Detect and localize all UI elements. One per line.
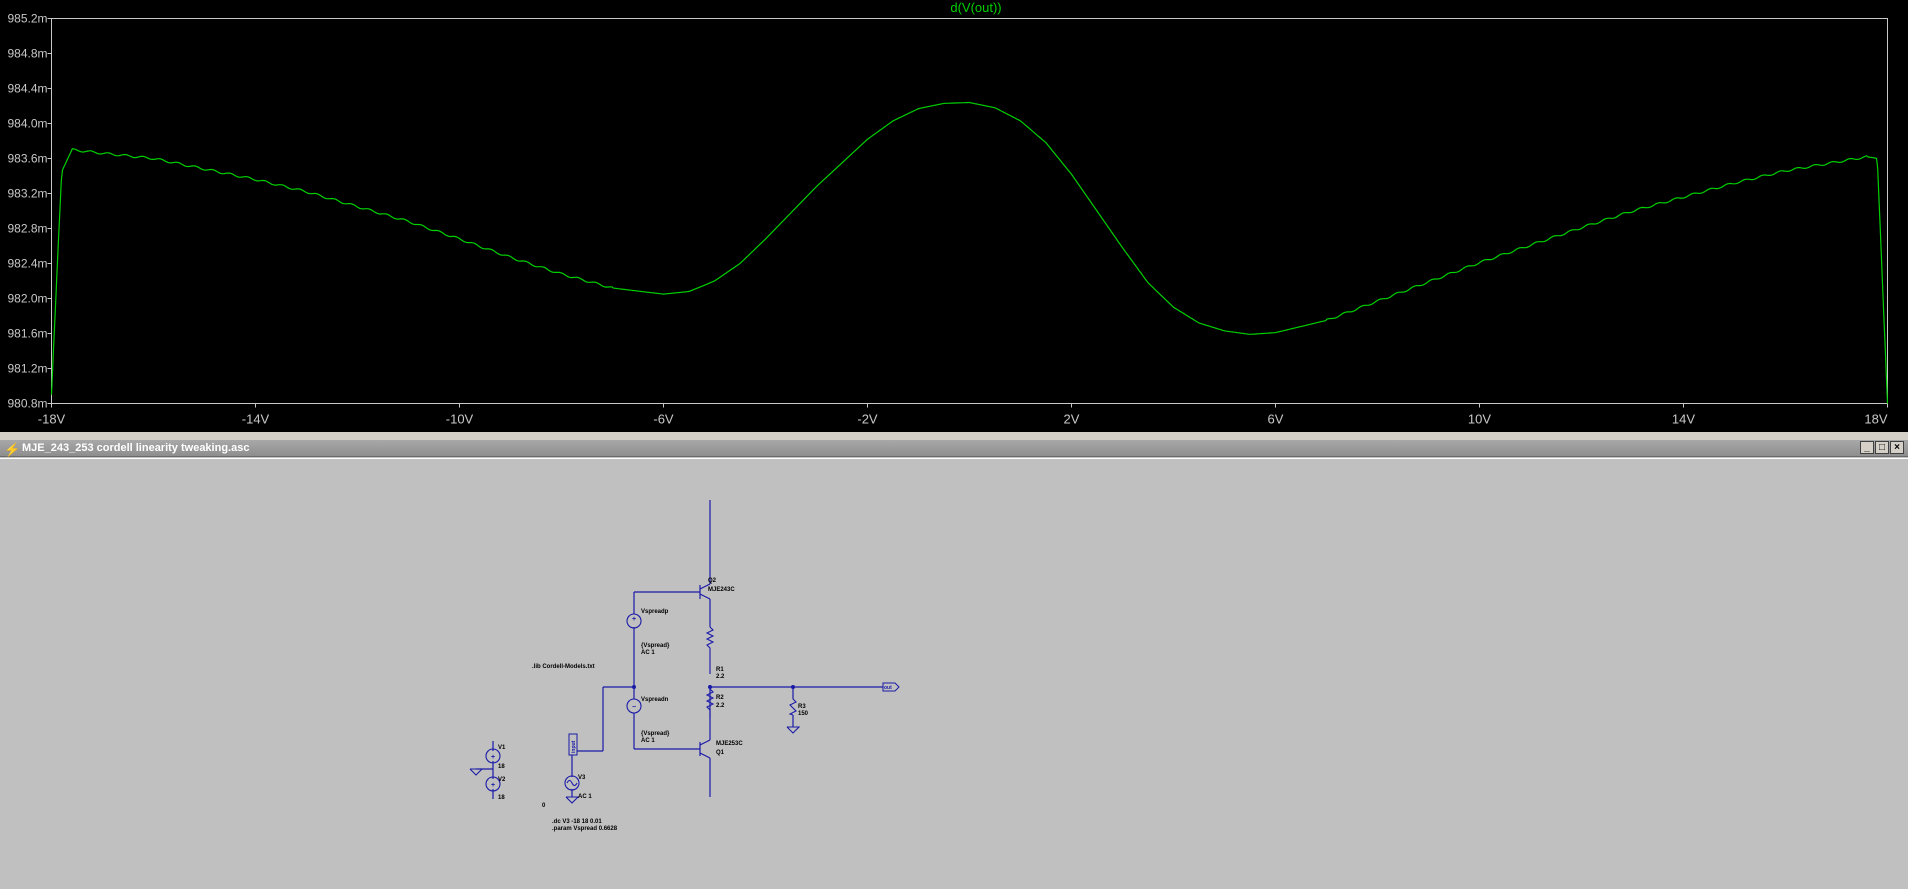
voltage-sources [485, 613, 642, 792]
r3-value: 150 [798, 711, 809, 717]
y-tick-label: 982.4m [7, 257, 47, 271]
source-polarity: + − + + [491, 616, 636, 789]
v1-name: V1 [498, 745, 506, 751]
out-net-label: out [884, 685, 892, 691]
dc-directive: .dc V3 -18 18 0.01 [552, 819, 602, 825]
param-directive: .param Vspread 0.6628 [552, 826, 618, 832]
schematic-window-title: MJE_243_253 cordell linearity tweaking.a… [22, 442, 250, 454]
y-tick-label: 983.2m [7, 187, 47, 201]
y-tick-label: 981.2m [7, 362, 47, 376]
minimize-button[interactable]: _ [1860, 441, 1874, 454]
v1-value: 18 [498, 764, 505, 770]
schematic-window-titlebar[interactable]: ⚡ MJE_243_253 cordell linearity tweaking… [0, 440, 1908, 457]
x-tick-label: -2V [857, 412, 878, 427]
y-tick-label: 981.6m [7, 327, 47, 341]
y-axis: 985.2m 984.8m 984.4m 984.0m 983.6m 983.2m 982.… [7, 12, 52, 411]
x-tick-label: 6V [1268, 412, 1284, 427]
v3-name: V3 [578, 775, 586, 781]
schematic-canvas[interactable]: + − + + input out Q2 MJE243C Vspreadp {V… [0, 458, 1908, 888]
trace-line-dv-out [50, 101, 1889, 404]
zero-label: 0 [542, 803, 546, 809]
x-axis: -18V -14V -10V -6V -2V 2V 6V 10V 14V 18V [38, 403, 1888, 427]
y-tick-label: 982.0m [7, 292, 47, 306]
vspreadp-value: {Vspread} [641, 643, 670, 649]
r2-name: R2 [716, 695, 724, 701]
x-tick-label: 18V [1864, 412, 1887, 427]
trace-label[interactable]: d(V(out)) [950, 0, 1001, 15]
r2-value: 2.2 [716, 703, 725, 709]
y-tick-label: 983.6m [7, 152, 47, 166]
v2-value: 18 [498, 795, 505, 801]
input-net-label: input [571, 740, 577, 753]
plot-frame [51, 18, 1888, 404]
x-tick-label: -18V [38, 412, 66, 427]
r3-name: R3 [798, 704, 806, 710]
lib-directive: .lib Cordell-Models.txt [532, 664, 595, 670]
x-tick-label: 14V [1672, 412, 1695, 427]
y-tick-label: 984.0m [7, 117, 47, 131]
v2-name: V2 [498, 777, 506, 783]
svg-text:+: + [632, 616, 636, 623]
q1-model: MJE253C [716, 741, 743, 747]
schematic-drawing[interactable]: + − + + input out Q2 MJE243C Vspreadp {V… [0, 459, 1908, 889]
vspreadp-ac: AC 1 [641, 650, 655, 656]
vspreadn-ac: AC 1 [641, 738, 655, 744]
r1-value: 2.2 [716, 674, 725, 680]
x-tick-label: -6V [653, 412, 674, 427]
svg-text:+: + [491, 782, 495, 789]
component-labels: Q2 MJE243C Vspreadp {Vspread} AC 1 .lib … [498, 578, 809, 832]
vspreadp-name: Vspreadp [641, 609, 669, 615]
close-button[interactable]: × [1890, 441, 1904, 454]
ltspice-app-icon: ⚡ [4, 442, 21, 457]
q2-model: MJE243C [708, 587, 735, 593]
y-tick-label: 980.8m [7, 397, 47, 411]
junction-dots [570, 685, 795, 753]
svg-text:−: − [632, 704, 636, 711]
q2-name: Q2 [708, 578, 717, 584]
waveform-plot[interactable]: d(V(out)) 985.2m 984.8m 984.4m 984.0m 983.6m… [0, 0, 1908, 432]
v3-ac: AC 1 [578, 794, 592, 800]
vspreadn-name: Vspreadn [641, 697, 669, 703]
svg-text:+: + [491, 754, 495, 761]
resistor-r1 [705, 626, 715, 674]
y-tick-label: 984.8m [7, 47, 47, 61]
x-tick-label: 2V [1064, 412, 1080, 427]
q1-name: Q1 [716, 750, 725, 756]
y-tick-label: 982.8m [7, 222, 47, 236]
wires [476, 500, 885, 799]
maximize-button[interactable]: □ [1875, 441, 1889, 454]
y-tick-label: 985.2m [7, 12, 47, 26]
x-tick-label: 10V [1468, 412, 1491, 427]
x-tick-label: -14V [242, 412, 270, 427]
resistor-r3 [788, 698, 797, 716]
y-tick-label: 984.4m [7, 82, 47, 96]
x-tick-label: -10V [446, 412, 474, 427]
waveform-plot-pane[interactable]: d(V(out)) 985.2m 984.8m 984.4m 984.0m 983.6m… [0, 0, 1908, 432]
r1-name: R1 [716, 667, 724, 673]
vspreadn-value: {Vspread} [641, 731, 670, 737]
